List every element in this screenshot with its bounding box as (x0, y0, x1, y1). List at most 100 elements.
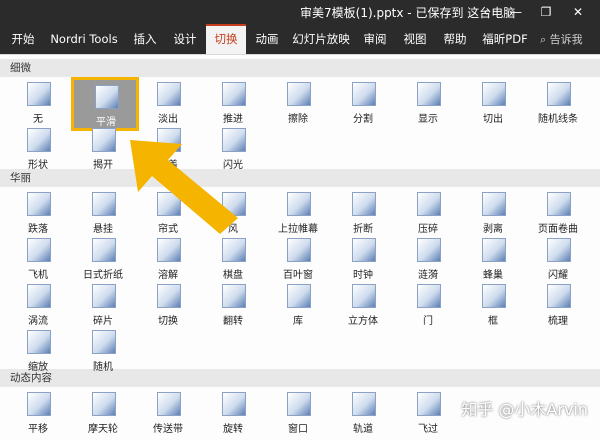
transition-option[interactable]: 闪耀 (526, 233, 590, 285)
transition-preview-icon (547, 82, 571, 106)
transition-option[interactable]: 显示 (396, 77, 460, 129)
transition-option[interactable]: 梳理 (526, 279, 590, 331)
transition-label: 门 (423, 316, 433, 327)
transition-preview-icon (417, 284, 441, 308)
transition-option[interactable]: 切换 (136, 279, 200, 331)
transition-option[interactable]: 棋盘 (201, 233, 265, 285)
transition-option[interactable]: 平移 (6, 387, 70, 439)
transition-preview-icon (157, 284, 181, 308)
tab-view[interactable]: 视图 (398, 24, 432, 54)
tab-foxit-pdf[interactable]: 福昕PDF (478, 24, 532, 54)
transition-option[interactable]: 日式折纸 (71, 233, 135, 285)
transition-option[interactable]: 立方体 (331, 279, 395, 331)
tab-animations[interactable]: 动画 (250, 24, 284, 54)
transition-label: 分割 (353, 114, 373, 125)
pointer-arrow-icon (130, 140, 238, 234)
transition-option[interactable]: 无 (6, 77, 70, 129)
transition-option[interactable]: 库 (266, 279, 330, 331)
transition-preview-icon (482, 192, 506, 216)
transition-option[interactable]: 剥离 (461, 187, 525, 239)
transition-preview-icon (92, 238, 116, 262)
transition-label: 随机 (93, 362, 113, 373)
transition-preview-icon (482, 238, 506, 262)
transition-option[interactable]: 溶解 (136, 233, 200, 285)
transition-option[interactable]: 窗口 (266, 387, 330, 439)
transition-option[interactable]: 飞过 (396, 387, 460, 439)
transition-label: 窗口 (288, 424, 308, 435)
transition-label: 翻转 (223, 316, 243, 327)
transition-preview-icon (27, 284, 51, 308)
search-icon: ⌕ (540, 33, 547, 46)
transition-preview-icon (287, 82, 311, 106)
transition-option[interactable]: 旋转 (201, 387, 265, 439)
transition-option[interactable]: 门 (396, 279, 460, 331)
transition-preview-icon (287, 192, 311, 216)
search-placeholder: 告诉我 (549, 33, 583, 46)
search-box[interactable]: ⌕ 告诉我 (540, 31, 583, 47)
transition-option[interactable]: 随机 (71, 325, 135, 377)
tab-help[interactable]: 帮助 (438, 24, 472, 54)
transition-option[interactable]: 形状 (6, 123, 70, 175)
transition-preview-icon (27, 238, 51, 262)
transition-option[interactable]: 轨道 (331, 387, 395, 439)
section-subtle: 细微 (0, 59, 600, 77)
transition-preview-icon (157, 392, 181, 416)
transition-preview-icon (157, 238, 181, 262)
transition-preview-icon (92, 192, 116, 216)
transition-label: 梳理 (548, 316, 568, 327)
transition-option[interactable]: 页面卷曲 (526, 187, 590, 239)
transition-preview-icon (95, 85, 119, 109)
transition-preview-icon (157, 82, 181, 106)
maximize-button[interactable]: ❐ (534, 0, 558, 24)
transition-preview-icon (417, 238, 441, 262)
transition-option[interactable]: 切出 (461, 77, 525, 129)
transition-preview-icon (547, 238, 571, 262)
transition-option[interactable]: 擦除 (266, 77, 330, 129)
transition-label: 库 (293, 316, 303, 327)
transition-option[interactable]: 缩放 (6, 325, 70, 377)
transition-preview-icon (352, 192, 376, 216)
transition-option[interactable]: 随机线条 (526, 77, 590, 129)
transition-preview-icon (27, 192, 51, 216)
transition-label: 切出 (483, 114, 503, 125)
transition-label: 飞过 (418, 424, 438, 435)
transition-option[interactable]: 百叶窗 (266, 233, 330, 285)
tab-slideshow[interactable]: 幻灯片放映 (290, 24, 352, 54)
transition-option[interactable]: 分割 (331, 77, 395, 129)
transition-option[interactable]: 淡出 (136, 77, 200, 129)
transition-label: 擦除 (288, 114, 308, 125)
transition-option[interactable]: 传送带 (136, 387, 200, 439)
transition-option[interactable]: 翻转 (201, 279, 265, 331)
transition-label: 传送带 (153, 424, 183, 435)
transition-preview-icon (482, 82, 506, 106)
transition-preview-icon (287, 284, 311, 308)
transition-option[interactable]: 涟漪 (396, 233, 460, 285)
transition-option[interactable]: 压碎 (396, 187, 460, 239)
transition-label: 旋转 (223, 424, 243, 435)
transition-preview-icon (27, 128, 51, 152)
tab-review[interactable]: 审阅 (358, 24, 392, 54)
transition-option[interactable]: 上拉帷幕 (266, 187, 330, 239)
transition-label: 显示 (418, 114, 438, 125)
transition-option[interactable]: 跌落 (6, 187, 70, 239)
transitions-gallery: 细微 华丽 动态内容 无平滑淡出推进擦除分割显示切出随机线条形状揭开覆盖闪光 跌… (0, 54, 600, 440)
transition-label: 轨道 (353, 424, 373, 435)
tab-transitions[interactable]: 切换 (206, 24, 246, 54)
tab-home[interactable]: 开始 (6, 24, 40, 54)
tab-design[interactable]: 设计 (168, 24, 202, 54)
transition-preview-icon (417, 392, 441, 416)
transition-option[interactable]: 蜂巢 (461, 233, 525, 285)
tab-nordri-tools[interactable]: Nordri Tools (46, 24, 122, 54)
close-button[interactable]: ✕ (566, 0, 590, 24)
transition-option[interactable]: 摩天轮 (71, 387, 135, 439)
transition-option[interactable]: 折断 (331, 187, 395, 239)
transition-option[interactable]: 碎片 (71, 279, 135, 331)
transition-option[interactable]: 推进 (201, 77, 265, 129)
transition-option[interactable]: 涡流 (6, 279, 70, 331)
minimize-button[interactable]: — (504, 0, 528, 24)
transition-option[interactable]: 时钟 (331, 233, 395, 285)
transition-option[interactable]: 飞机 (6, 233, 70, 285)
transition-option[interactable]: 框 (461, 279, 525, 331)
back-icon[interactable]: ‹ (474, 0, 498, 24)
tab-insert[interactable]: 插入 (128, 24, 162, 54)
